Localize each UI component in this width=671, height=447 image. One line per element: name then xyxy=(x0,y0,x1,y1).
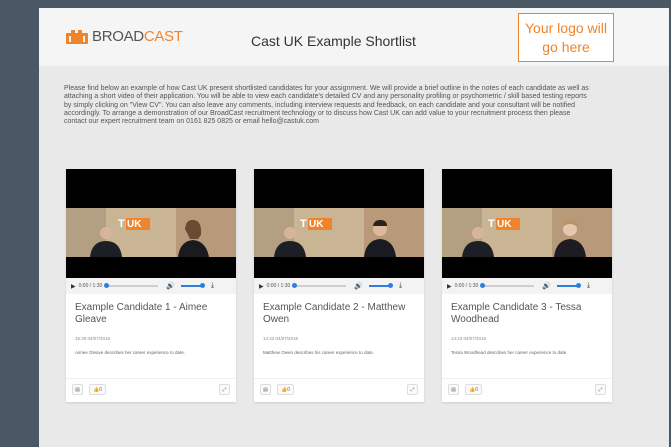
svg-text:UK: UK xyxy=(309,219,324,230)
cv-icon: ▤ xyxy=(75,386,80,393)
candidate-card: T UK ▶ 0:00 / 1:30 🔊 ⤓ Example Candidate… xyxy=(254,169,424,402)
video-frame: T UK xyxy=(66,169,236,278)
svg-text:T: T xyxy=(118,218,125,230)
expand-button[interactable]: ⤢ xyxy=(407,384,418,395)
seek-bar[interactable] xyxy=(480,283,535,288)
card-footer: ▤ 👍 0 ⤢ xyxy=(442,378,612,402)
card-footer: ▤ 👍 0 ⤢ xyxy=(66,378,236,402)
svg-text:UK: UK xyxy=(127,219,142,230)
volume-slider[interactable] xyxy=(368,283,393,288)
volume-handle[interactable] xyxy=(575,283,581,288)
candidate-description: Aimee Gleave describes her career experi… xyxy=(75,350,186,355)
volume-icon[interactable]: 🔊 xyxy=(166,282,175,290)
header: BROAD CAST Cast UK Example Shortlist Your… xyxy=(39,8,669,66)
volume-handle[interactable] xyxy=(387,283,393,288)
expand-icon: ⤢ xyxy=(598,386,603,393)
video-time: 0:00 / 1:30 xyxy=(454,283,479,289)
like-button[interactable]: 👍 0 xyxy=(277,384,294,395)
play-icon[interactable]: ▶ xyxy=(71,283,76,290)
like-count: 0 xyxy=(475,386,478,393)
svg-text:T: T xyxy=(488,218,495,230)
expand-icon: ⤢ xyxy=(410,386,415,393)
video-frame: T UK xyxy=(254,169,424,278)
expand-button[interactable]: ⤢ xyxy=(219,384,230,395)
volume-icon[interactable]: 🔊 xyxy=(542,282,551,290)
seek-handle[interactable] xyxy=(480,283,486,288)
play-icon[interactable]: ▶ xyxy=(259,283,264,290)
brand-name-part1: BROAD xyxy=(92,28,144,45)
volume-handle[interactable] xyxy=(199,283,205,288)
shortlist-page: BROAD CAST Cast UK Example Shortlist Your… xyxy=(39,8,669,447)
brand-name-part2: CAST xyxy=(143,28,183,45)
candidate-date: 14:23 04/07/2016 xyxy=(451,336,487,341)
svg-text:T: T xyxy=(300,218,307,230)
expand-button[interactable]: ⤢ xyxy=(595,384,606,395)
cv-icon: ▤ xyxy=(451,386,456,393)
cv-icon: ▤ xyxy=(263,386,268,393)
candidate-name: Example Candidate 3 - Tessa Woodhead xyxy=(451,302,582,325)
download-icon[interactable]: ⤓ xyxy=(399,282,402,290)
video-frame: T UK xyxy=(442,169,612,278)
volume-slider[interactable] xyxy=(556,283,581,288)
candidate-video[interactable]: T UK xyxy=(254,169,424,278)
like-button[interactable]: 👍 0 xyxy=(89,384,106,395)
candidate-date: 15:35 04/07/2016 xyxy=(75,336,111,341)
volume-slider[interactable] xyxy=(180,283,205,288)
video-time: 0:00 / 1:30 xyxy=(78,283,103,289)
download-icon[interactable]: ⤓ xyxy=(587,282,590,290)
download-icon[interactable]: ⤓ xyxy=(211,282,214,290)
candidate-card: T UK ▶ 0:00 / 1:30 🔊 ⤓ Example Candidate… xyxy=(66,169,236,402)
view-cv-button[interactable]: ▤ xyxy=(72,384,83,395)
candidate-name: Example Candidate 2 - Matthew Owen xyxy=(263,302,406,325)
video-time: 0:00 / 1:30 xyxy=(266,283,291,289)
intro-text: Please find below an example of how Cast… xyxy=(64,85,589,126)
candidate-date: 14:33 04/07/2016 xyxy=(263,336,299,341)
candidate-video[interactable]: T UK xyxy=(66,169,236,278)
svg-text:UK: UK xyxy=(497,219,512,230)
seek-bar[interactable] xyxy=(104,283,159,288)
brand-logo: BROAD CAST xyxy=(66,28,183,45)
candidate-name: Example Candidate 1 - Aimee Gleave xyxy=(75,302,208,325)
broadcast-logo-icon xyxy=(66,29,88,44)
client-logo-placeholder: Your logo will go here xyxy=(518,13,614,62)
view-cv-button[interactable]: ▤ xyxy=(448,384,459,395)
candidate-video[interactable]: T UK xyxy=(442,169,612,278)
video-controls: ▶ 0:00 / 1:30 🔊 ⤓ xyxy=(442,278,612,294)
play-icon[interactable]: ▶ xyxy=(447,283,452,290)
video-controls: ▶ 0:00 / 1:30 🔊 ⤓ xyxy=(66,278,236,294)
candidate-description: Tessa Woodhead describes her career expe… xyxy=(451,350,568,355)
seek-handle[interactable] xyxy=(292,283,298,288)
page-title: Cast UK Example Shortlist xyxy=(251,33,416,49)
like-count: 0 xyxy=(287,386,290,393)
video-controls: ▶ 0:00 / 1:30 🔊 ⤓ xyxy=(254,278,424,294)
view-cv-button[interactable]: ▤ xyxy=(260,384,271,395)
like-button[interactable]: 👍 0 xyxy=(465,384,482,395)
volume-icon[interactable]: 🔊 xyxy=(354,282,363,290)
seek-bar[interactable] xyxy=(292,283,347,288)
card-footer: ▤ 👍 0 ⤢ xyxy=(254,378,424,402)
seek-handle[interactable] xyxy=(104,283,110,288)
candidate-card: T UK ▶ 0:00 / 1:30 🔊 ⤓ Example Candidate… xyxy=(442,169,612,402)
like-count: 0 xyxy=(99,386,102,393)
expand-icon: ⤢ xyxy=(222,386,227,393)
candidate-description: Matthew Owen describes his career experi… xyxy=(263,350,375,355)
